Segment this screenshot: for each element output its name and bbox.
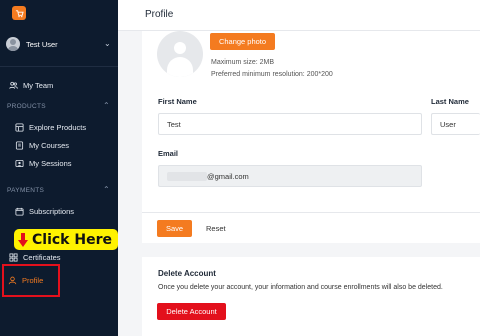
calendar-icon [14, 206, 24, 216]
grid-icon [14, 122, 24, 132]
chevron-down-icon: ⌄ [104, 39, 111, 48]
sidebar-item-label: Explore Products [29, 122, 87, 132]
certificate-icon [8, 252, 18, 262]
last-name-value: User [440, 119, 456, 129]
user-name: Test User [26, 39, 58, 49]
email-label: Email [158, 149, 179, 158]
chevron-up-icon: ⌃ [103, 185, 111, 194]
last-name-label: Last Name [431, 97, 469, 106]
top-bar: Profile [118, 0, 480, 31]
sidebar-item-certificates[interactable]: Certificates [8, 250, 112, 264]
divider [0, 66, 118, 67]
change-photo-button[interactable]: Change photo [210, 33, 275, 50]
sidebar-item-label: My Sessions [29, 158, 72, 168]
divider [142, 212, 480, 213]
last-name-field[interactable]: User [431, 113, 480, 135]
session-icon [14, 158, 24, 168]
click-here-callout: Click Here [14, 229, 118, 250]
click-here-label: Click Here [32, 231, 112, 248]
sidebar-item-label: My Team [23, 80, 54, 90]
delete-account-title: Delete Account [158, 269, 216, 278]
reset-button[interactable]: Reset [206, 224, 226, 233]
sidebar-item-my-sessions[interactable]: My Sessions [14, 156, 118, 170]
sidebar-item-my-courses[interactable]: My Courses [14, 138, 118, 152]
page-title: Profile [145, 9, 174, 20]
book-icon [14, 140, 24, 150]
delete-account-button[interactable]: Delete Account [157, 303, 226, 320]
sidebar-item-subscriptions[interactable]: Subscriptions [14, 204, 118, 218]
cart-logo-icon [15, 9, 24, 17]
avatar [6, 37, 20, 51]
section-label: PAYMENTS [7, 186, 45, 194]
sidebar-item-my-team[interactable]: My Team [8, 78, 112, 92]
chevron-up-icon: ⌃ [103, 101, 111, 110]
sidebar-item-label: Profile [22, 275, 44, 285]
sidebar-item-label: Certificates [23, 252, 61, 262]
arrow-down-icon [18, 232, 28, 247]
section-payments[interactable]: PAYMENTS ⌃ [7, 186, 111, 194]
email-field[interactable]: @gmail.com [158, 165, 422, 187]
profile-photo-placeholder [157, 31, 203, 77]
delete-account-warning: Once you delete your account, your infor… [158, 284, 443, 291]
save-button[interactable]: Save [157, 220, 192, 237]
team-icon [8, 80, 18, 90]
section-label: PRODUCTS [7, 102, 46, 110]
first-name-value: Test [167, 119, 181, 129]
app-logo[interactable] [12, 6, 26, 20]
redacted-email-user [167, 171, 207, 181]
first-name-label: First Name [158, 97, 197, 106]
user-icon [8, 276, 17, 284]
user-menu[interactable]: Test User ⌄ [6, 36, 112, 52]
section-products[interactable]: PRODUCTS ⌃ [7, 102, 111, 110]
resolution-hint: Preferred minimum resolution: 200*200 [211, 71, 333, 78]
email-value: @gmail.com [207, 171, 249, 181]
first-name-field[interactable]: Test [158, 113, 422, 135]
sidebar-item-profile[interactable]: Profile [8, 274, 43, 286]
sidebar-item-label: Subscriptions [29, 206, 75, 216]
sidebar-item-explore-products[interactable]: Explore Products [14, 120, 118, 134]
sidebar-item-label: My Courses [29, 140, 70, 150]
max-size-hint: Maximum size: 2MB [211, 59, 275, 66]
